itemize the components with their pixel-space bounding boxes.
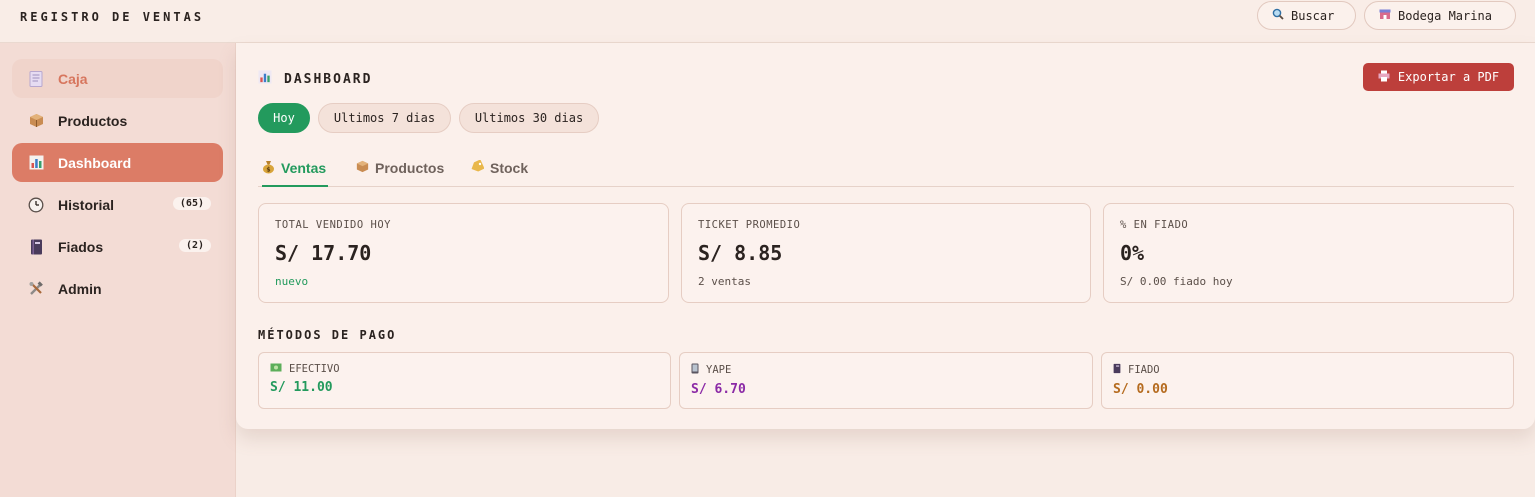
fiados-count-badge: (2): [178, 239, 211, 252]
payment-label-text: EFECTIVO: [289, 363, 340, 375]
sidebar-item-dashboard[interactable]: Dashboard: [12, 143, 223, 182]
payment-value: S/ 0.00: [1113, 382, 1168, 397]
cash-icon: [270, 363, 282, 375]
payments-section-title: MÉTODOS DE PAGO: [258, 328, 397, 342]
tab-stock[interactable]: Stock: [470, 159, 529, 187]
sidebar-item-productos[interactable]: Productos: [12, 101, 223, 140]
store-icon: [1379, 8, 1391, 23]
kpi-card-total-vendido: TOTAL VENDIDO HOY S/ 17.70 nuevo: [258, 203, 669, 303]
receipt-icon: [28, 70, 44, 87]
kpi-card-fiado-percent: % EN FIADO 0% S/ 0.00 fiado hoy: [1103, 203, 1514, 303]
payment-value: S/ 11.00: [270, 380, 333, 395]
svg-text:$: $: [266, 167, 270, 174]
export-pdf-button[interactable]: Exportar a PDF: [1363, 63, 1514, 91]
notebook-icon: [28, 239, 44, 255]
payment-label: FIADO: [1113, 363, 1502, 377]
range-chip-30-dias[interactable]: Ultimos 30 dias: [459, 103, 599, 133]
app-title: REGISTRO DE VENTAS: [20, 10, 205, 24]
range-chip-hoy[interactable]: Hoy: [258, 103, 310, 133]
kpi-card-ticket-promedio: TICKET PROMEDIO S/ 8.85 2 ventas: [681, 203, 1091, 303]
notebook-icon: [1113, 363, 1121, 377]
tab-label: Stock: [490, 160, 529, 176]
payment-value: S/ 6.70: [691, 382, 746, 397]
sidebar-item-label: Admin: [58, 280, 102, 297]
payment-label-text: YAPE: [706, 364, 732, 376]
payment-card-efectivo: EFECTIVO S/ 11.00: [258, 352, 671, 409]
phone-icon: [691, 363, 699, 377]
sidebar-item-historial[interactable]: Historial (65): [12, 185, 223, 224]
sidebar-item-label: Productos: [58, 112, 128, 129]
bar-chart-icon: [28, 155, 44, 171]
kpi-subtext: S/ 0.00 fiado hoy: [1120, 275, 1233, 288]
tools-icon: [28, 280, 44, 297]
kpi-subtext: nuevo: [275, 275, 309, 288]
money-bag-icon: $: [262, 160, 275, 177]
kpi-label: TOTAL VENDIDO HOY: [275, 219, 391, 231]
payment-label: YAPE: [691, 363, 1081, 377]
search-button[interactable]: Buscar: [1257, 1, 1356, 30]
search-button-label: Buscar: [1291, 8, 1335, 23]
tab-label: Ventas: [281, 160, 327, 176]
sidebar-item-admin[interactable]: Admin: [12, 269, 223, 308]
sidebar-item-label: Dashboard: [58, 154, 132, 171]
sidebar-item-label: Caja: [58, 70, 88, 87]
tabs-divider: [258, 186, 1514, 187]
page-title: DASHBOARD: [258, 70, 372, 88]
historial-count-badge: (65): [172, 197, 211, 210]
tab-ventas[interactable]: $ Ventas: [262, 160, 329, 187]
kpi-label: TICKET PROMEDIO: [698, 219, 801, 231]
kpi-label: % EN FIADO: [1120, 219, 1189, 231]
payment-label-text: FIADO: [1128, 364, 1160, 376]
tab-productos[interactable]: Productos: [356, 160, 444, 187]
sidebar-item-label: Historial: [58, 196, 115, 213]
tab-label: Productos: [375, 160, 445, 176]
kpi-value: S/ 8.85: [698, 241, 783, 265]
top-bar: REGISTRO DE VENTAS Buscar Bodega Marina: [0, 0, 1535, 43]
kpi-subtext: 2 ventas: [698, 275, 751, 288]
range-chip-7-dias[interactable]: Ultimos 7 dias: [318, 103, 451, 133]
payment-card-yape: YAPE S/ 6.70: [679, 352, 1093, 409]
page-title-text: DASHBOARD: [284, 71, 373, 87]
export-pdf-label: Exportar a PDF: [1397, 70, 1500, 84]
package-icon: [28, 113, 44, 129]
sidebar-item-fiados[interactable]: Fiados (2): [12, 227, 223, 266]
tag-icon: [470, 159, 485, 176]
payment-label: EFECTIVO: [270, 363, 659, 375]
package-icon: [356, 160, 369, 176]
kpi-value: S/ 17.70: [275, 241, 372, 265]
kpi-value: 0%: [1120, 241, 1145, 265]
bar-chart-icon: [258, 70, 272, 88]
sidebar-item-caja[interactable]: Caja: [12, 59, 223, 98]
printer-icon: [1378, 70, 1390, 85]
store-selector[interactable]: Bodega Marina: [1364, 1, 1516, 30]
sidebar: Caja Productos Dashboard Historial (65) …: [0, 43, 236, 497]
payment-card-fiado: FIADO S/ 0.00: [1101, 352, 1514, 409]
clock-icon: [28, 197, 44, 213]
dashboard-panel: DASHBOARD Exportar a PDF Hoy Ultimos 7 d…: [236, 43, 1535, 429]
sidebar-item-label: Fiados: [58, 238, 104, 255]
search-icon: [1272, 8, 1284, 23]
store-selector-label: Bodega Marina: [1398, 8, 1492, 23]
